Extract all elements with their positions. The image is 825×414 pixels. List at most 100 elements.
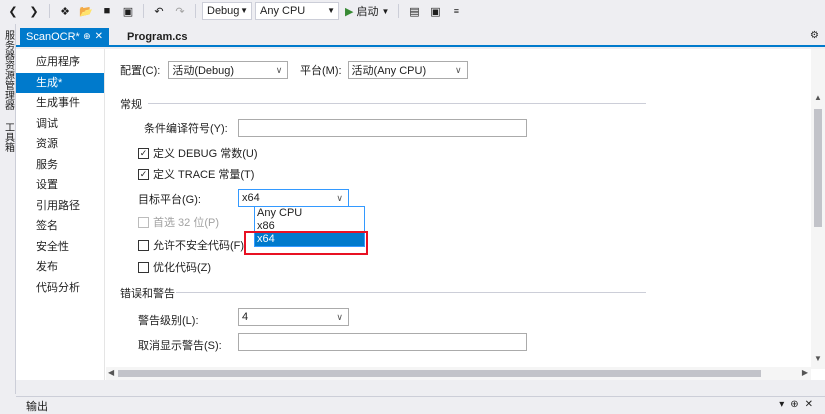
define-debug-checkbox[interactable]: ✓ [138, 147, 149, 159]
nav-item-security[interactable]: 安全性 [16, 237, 104, 258]
solution-platform-value: Any CPU [260, 5, 306, 17]
define-trace-label: 定义 TRACE 常量(T) [153, 169, 255, 181]
play-icon: ▶ [345, 5, 354, 18]
forward-icon[interactable]: ❯ [25, 2, 43, 20]
chevron-down-icon: ▼ [381, 6, 390, 16]
platform-value: 活动(Any CPU) [351, 65, 427, 77]
toolbar-overflow-icon[interactable]: ≡ [447, 2, 465, 20]
open-folder-icon[interactable]: 📂 [77, 2, 95, 20]
config-combo[interactable]: 活动(Debug) ∨ [168, 61, 289, 79]
chevron-down-icon: ∨ [275, 65, 283, 75]
nav-item-code-analysis[interactable]: 代码分析 [16, 278, 104, 299]
tab-label: Program.cs [127, 30, 188, 43]
optimize-row[interactable]: 优化代码(Z) [138, 259, 211, 275]
scrollbar-thumb[interactable] [118, 370, 761, 377]
nav-item-reference-paths[interactable]: 引用路径 [16, 196, 104, 217]
nav-item-build[interactable]: 生成* [16, 72, 104, 93]
panel-controls[interactable]: ▾⊕✕ [779, 399, 819, 410]
chevron-down-icon: ∨ [336, 312, 343, 322]
platform-label: 平台(M): [300, 65, 342, 77]
close-icon[interactable]: ✕ [95, 31, 103, 42]
target-platform-value: x64 [242, 192, 260, 204]
prefer32-label: 首选 32 位(P) [153, 217, 220, 229]
toolbar-separator [195, 4, 196, 18]
camera-icon[interactable]: ▣ [426, 2, 444, 20]
suppress-warnings-input[interactable] [238, 333, 527, 351]
project-properties-editor: 应用程序 生成* 生成事件 调试 资源 服务 设置 引用路径 签名 安全性 发布… [16, 49, 825, 380]
back-icon[interactable]: ❮ [4, 2, 22, 20]
gear-icon[interactable]: ⚙ [810, 30, 819, 41]
chevron-down-icon: ▼ [240, 6, 248, 15]
optimize-label: 优化代码(Z) [153, 262, 212, 274]
redo-icon[interactable]: ↷ [171, 2, 189, 20]
conditional-symbols-row: 条件编译符号(Y): [144, 120, 228, 136]
tab-program-cs[interactable]: Program.cs [121, 28, 194, 45]
define-debug-row[interactable]: ✓ 定义 DEBUG 常数(U) [138, 145, 258, 161]
prefer32-checkbox [138, 216, 149, 228]
nav-item-settings[interactable]: 设置 [16, 175, 104, 196]
platform-combo[interactable]: 活动(Any CPU) ∨ [347, 61, 468, 79]
nav-item-resources[interactable]: 资源 [16, 134, 104, 155]
output-panel-label: 输出 [26, 400, 48, 413]
target-platform-combo[interactable]: x64 ∨ [238, 189, 349, 207]
tab-label: ScanOCR* [26, 30, 80, 43]
allow-unsafe-label: 允许不安全代码(F) [153, 240, 245, 252]
chevron-down-icon: ∨ [454, 65, 462, 75]
horizontal-scrollbar[interactable]: ◀ ▶ [106, 367, 811, 380]
highlight-annotation-box [244, 231, 368, 255]
nav-item-debug[interactable]: 调试 [16, 114, 104, 135]
prefer32-row: 首选 32 位(P) [138, 214, 219, 230]
server-explorer-tab[interactable]: 服务器资源管理器 [0, 24, 16, 116]
warning-level-combo[interactable]: 4 ∨ [238, 308, 349, 326]
conditional-symbols-label: 条件编译符号(Y): [144, 123, 228, 135]
conditional-symbols-input[interactable] [238, 119, 527, 137]
define-trace-row[interactable]: ✓ 定义 TRACE 常量(T) [138, 166, 254, 182]
allow-unsafe-row[interactable]: 允许不安全代码(F) [138, 237, 244, 253]
platform-row: 平台(M): 活动(Any CPU) ∨ [300, 61, 468, 79]
solution-platform-combo[interactable]: Any CPU ▼ [255, 2, 339, 20]
save-all-icon[interactable]: ▣ [119, 2, 137, 20]
properties-nav: 应用程序 生成* 生成事件 调试 资源 服务 设置 引用路径 签名 安全性 发布… [16, 49, 105, 380]
new-project-icon[interactable]: ❖ [56, 2, 74, 20]
tab-scanocr[interactable]: ScanOCR* ⊕ ✕ [20, 28, 109, 45]
nav-item-build-events[interactable]: 生成事件 [16, 93, 104, 114]
left-tool-strip: 服务器资源管理器 工具箱 [0, 24, 16, 394]
save-icon[interactable]: ■ [98, 2, 116, 20]
nav-item-signing[interactable]: 签名 [16, 216, 104, 237]
pin-icon[interactable]: ⊕ [83, 31, 91, 42]
dropdown-option-any-cpu[interactable]: Any CPU [255, 207, 364, 220]
config-value: 活动(Debug) [172, 65, 235, 77]
optimize-checkbox[interactable] [138, 261, 149, 273]
allow-unsafe-checkbox[interactable] [138, 239, 149, 251]
section-divider [176, 292, 646, 293]
nav-item-services[interactable]: 服务 [16, 155, 104, 176]
browser-link-icon[interactable]: ▤ [405, 2, 423, 20]
nav-item-publish[interactable]: 发布 [16, 257, 104, 278]
scroll-down-icon[interactable]: ▼ [814, 354, 822, 363]
toolbar-separator [49, 4, 50, 18]
solution-config-combo[interactable]: Debug ▼ [202, 2, 252, 20]
build-page: 配置(C): 活动(Debug) ∨ 平台(M): 活动(Any CPU) ∨ … [106, 49, 811, 380]
scroll-right-icon[interactable]: ▶ [802, 368, 808, 377]
target-platform-row: 目标平台(G): [138, 191, 201, 207]
toolbox-tab[interactable]: 工具箱 [0, 116, 16, 158]
define-debug-label: 定义 DEBUG 常数(U) [153, 148, 258, 160]
scroll-up-icon[interactable]: ▲ [814, 93, 822, 102]
scroll-left-icon[interactable]: ◀ [108, 368, 114, 377]
undo-icon[interactable]: ↶ [150, 2, 168, 20]
target-platform-label: 目标平台(G): [138, 194, 201, 206]
toolbar-separator [143, 4, 144, 18]
toolbar-separator [398, 4, 400, 18]
vertical-scrollbar[interactable]: ▲ ▼ [811, 49, 825, 369]
define-trace-checkbox[interactable]: ✓ [138, 168, 149, 180]
nav-item-application[interactable]: 应用程序 [16, 52, 104, 73]
solution-config-value: Debug [207, 5, 240, 17]
suppress-warnings-label: 取消显示警告(S): [138, 340, 222, 352]
warning-level-row: 警告级别(L): [138, 312, 199, 328]
start-button[interactable]: ▶ 启动 ▼ [342, 3, 392, 19]
scrollbar-thumb[interactable] [814, 109, 822, 227]
config-label: 配置(C): [120, 65, 161, 77]
config-row: 配置(C): 活动(Debug) ∨ [120, 61, 289, 79]
output-panel-header[interactable]: 输出 ▾⊕✕ [16, 396, 825, 414]
suppress-warnings-row: 取消显示警告(S): [138, 337, 222, 353]
